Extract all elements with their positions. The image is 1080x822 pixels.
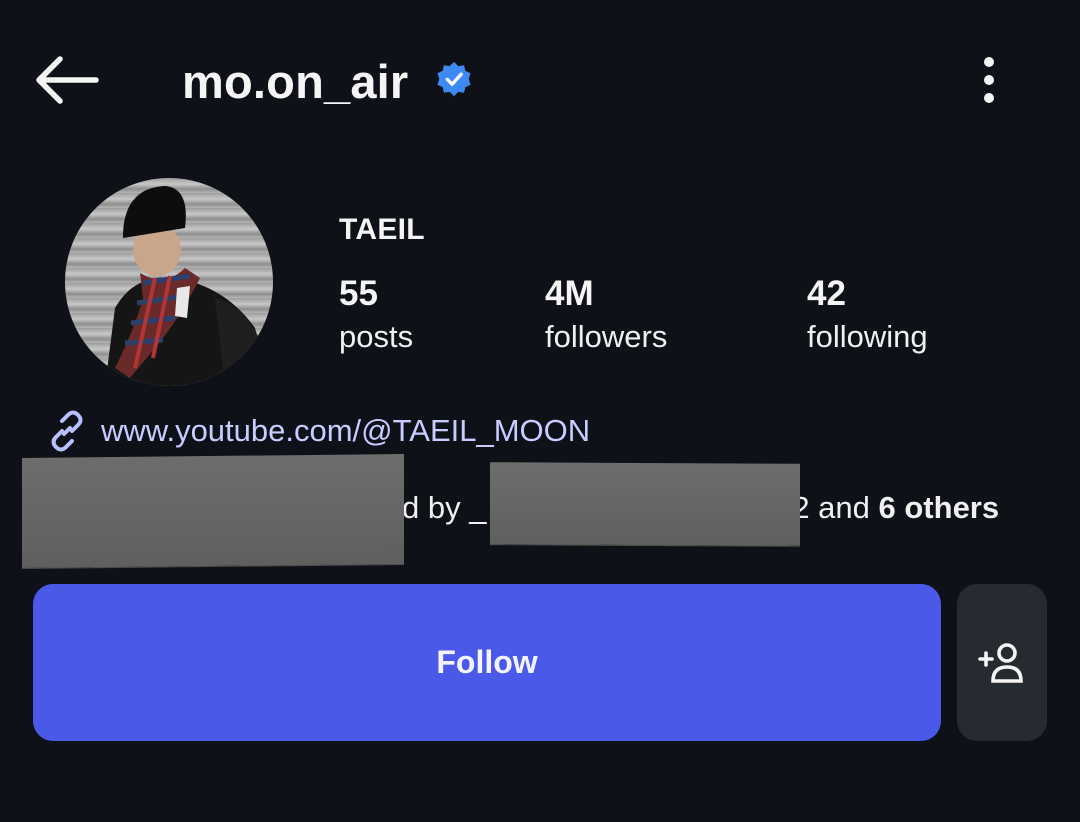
more-options-button[interactable] [964, 52, 1014, 108]
arrow-left-icon [36, 56, 99, 104]
stat-posts[interactable]: 55 posts [339, 274, 413, 360]
stat-following-label: following [807, 319, 928, 354]
suggested-accounts-button[interactable] [957, 584, 1047, 741]
profile-avatar[interactable] [65, 178, 273, 386]
link-icon [51, 410, 83, 452]
followed-by-prefix: d by _ [402, 490, 487, 525]
profile-username: mo.on_air [182, 55, 409, 108]
followed-by-row[interactable]: d by _ )2 and 6 others [0, 453, 1080, 569]
followed-by-others: 6 others [878, 490, 1000, 525]
avatar-photo [105, 186, 270, 386]
add-person-icon [978, 642, 1023, 683]
stat-followers[interactable]: 4M followers [545, 274, 667, 360]
followed-by-suffix: )2 and 6 others [782, 486, 999, 530]
stat-following-value: 42 [807, 274, 846, 313]
stat-following[interactable]: 42 following [807, 274, 928, 360]
profile-display-name: TAEIL [339, 213, 425, 246]
follow-button[interactable]: Follow [33, 584, 941, 741]
stat-followers-value: 4M [545, 274, 594, 313]
redaction-box [490, 462, 800, 546]
stat-followers-label: followers [545, 319, 668, 354]
profile-link[interactable]: www.youtube.com/@TAEIL_MOON [45, 408, 590, 454]
more-vertical-icon [984, 57, 994, 103]
profile-link-text: www.youtube.com/@TAEIL_MOON [101, 413, 591, 448]
stat-posts-label: posts [339, 319, 414, 354]
redaction-box [22, 453, 404, 569]
back-button[interactable] [30, 50, 106, 110]
stat-posts-value: 55 [339, 274, 378, 313]
follow-button-label: Follow [436, 644, 538, 680]
verified-badge-icon [435, 60, 473, 98]
